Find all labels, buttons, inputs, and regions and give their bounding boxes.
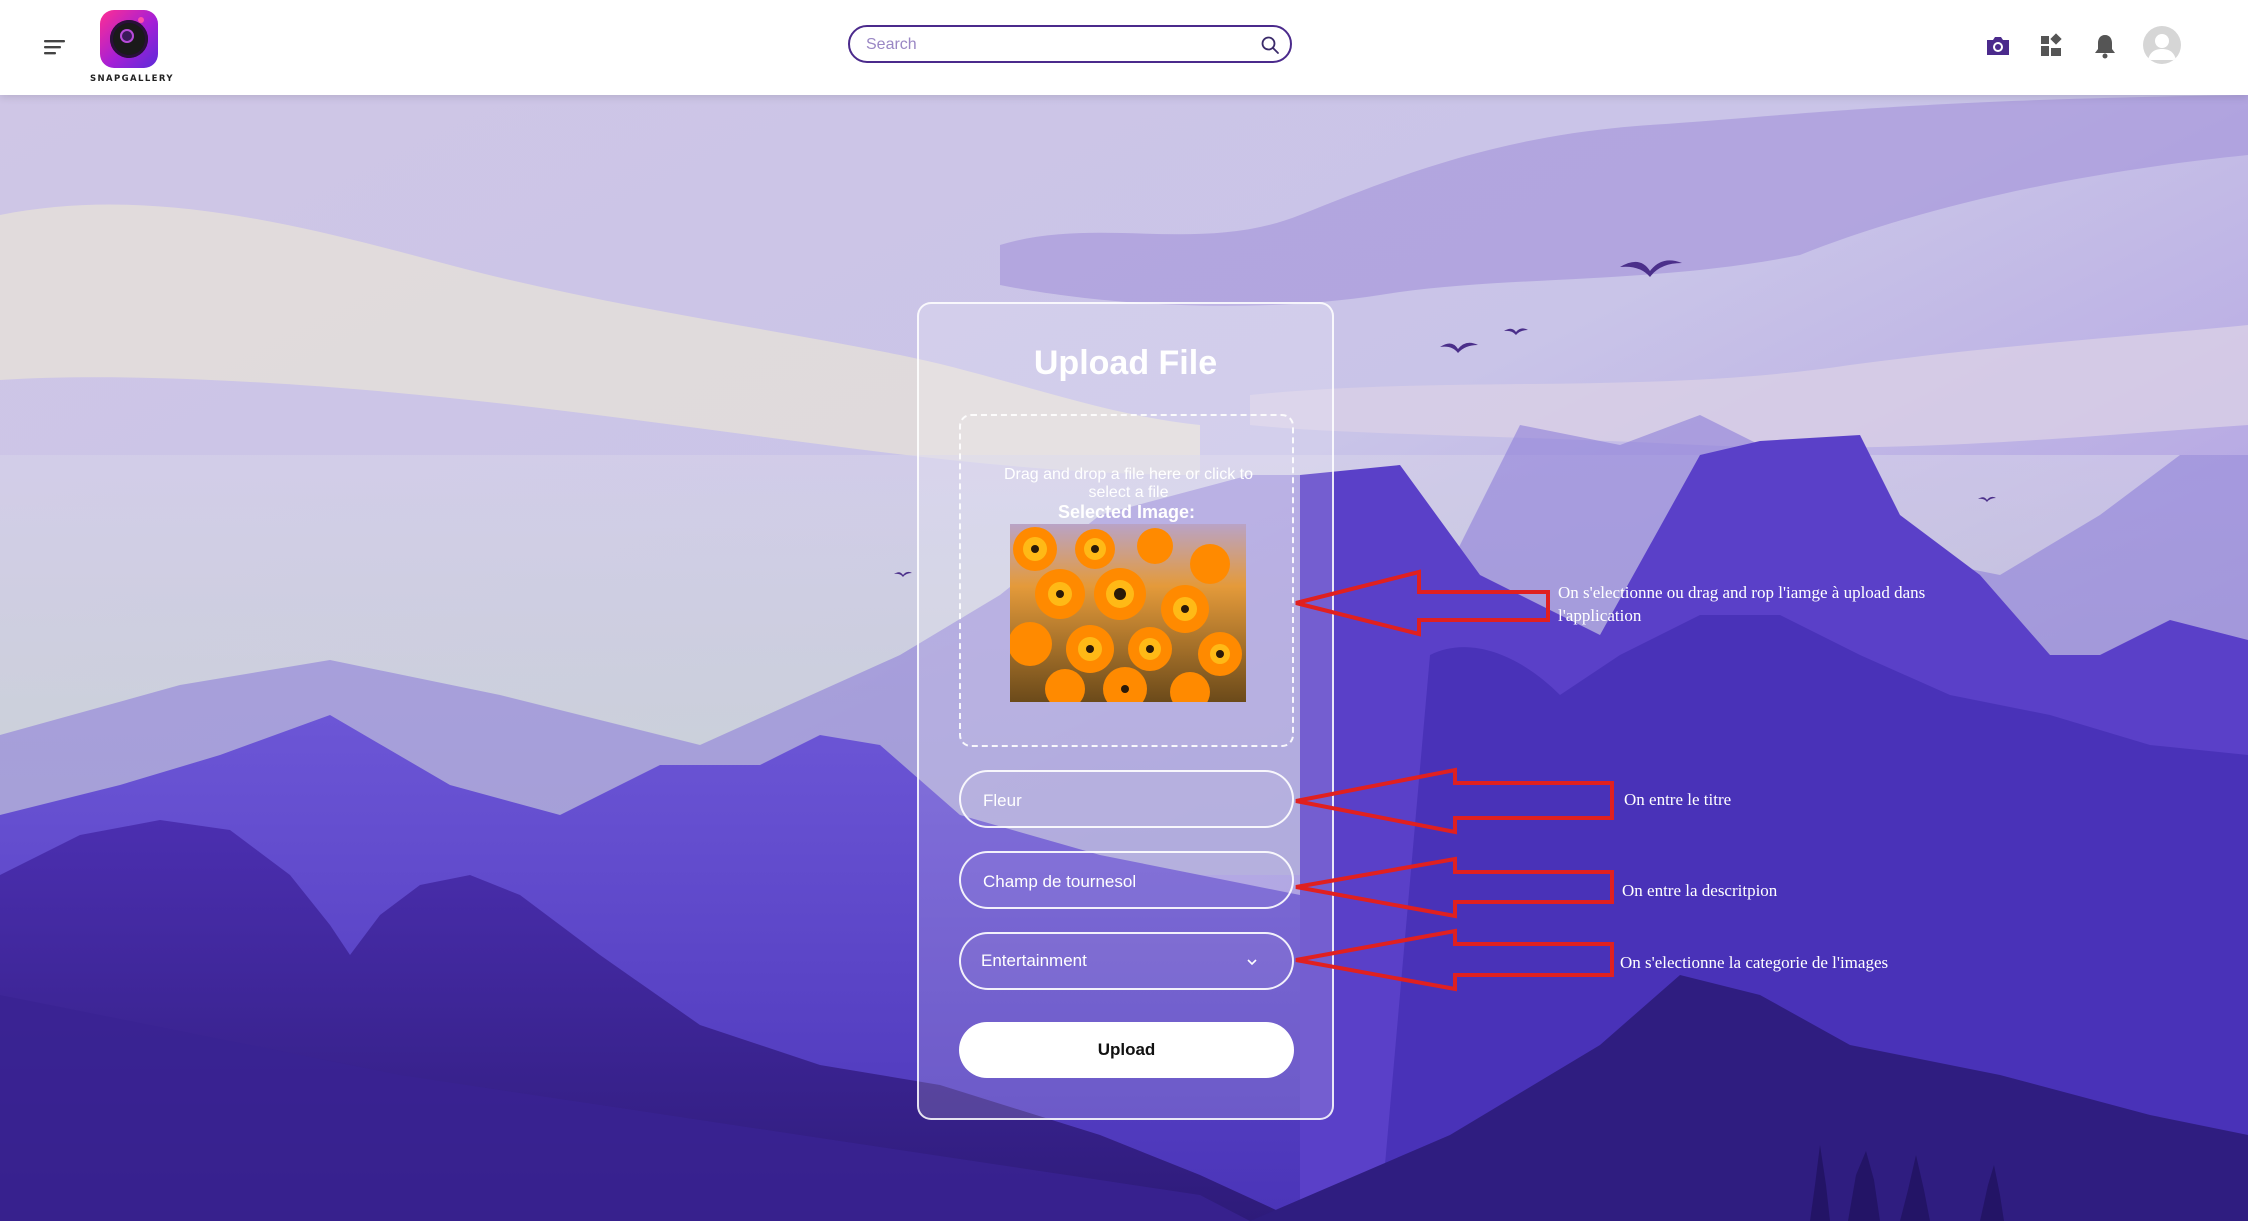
chevron-down-icon — [1247, 959, 1257, 966]
category-select[interactable]: Entertainment — [959, 932, 1294, 990]
upload-card: Upload File Drag and drop a file here or… — [917, 302, 1334, 1120]
title-input[interactable] — [981, 789, 1275, 813]
title-field[interactable] — [959, 770, 1294, 828]
card-title: Upload File — [1033, 344, 1218, 382]
selected-image-preview — [1010, 524, 1246, 702]
file-dropzone[interactable]: Drag and drop a file here or click to se… — [959, 414, 1294, 747]
annotation-description: On entre la descritpion — [1622, 881, 1778, 900]
app-logo[interactable]: SNAPGALLERY — [90, 8, 174, 88]
description-input[interactable] — [981, 870, 1275, 894]
camera-icon[interactable] — [1983, 31, 2013, 61]
dashboard-icon[interactable] — [2036, 31, 2066, 61]
logo-text: SNAPGALLERY — [90, 74, 174, 84]
annotation-image: On s'electionne ou drag and rop l'iamge … — [1558, 583, 1926, 625]
search-icon[interactable] — [1260, 35, 1280, 55]
description-field[interactable] — [959, 851, 1294, 909]
dropzone-instructions: Drag and drop a file here or click to se… — [1003, 466, 1253, 501]
search-bar[interactable] — [848, 25, 1292, 63]
bell-icon[interactable] — [2090, 31, 2120, 61]
category-selected-value: Entertainment — [981, 951, 1087, 970]
user-avatar[interactable] — [2143, 26, 2181, 64]
top-header: SNAPGALLERY — [0, 0, 2248, 95]
annotation-category: On s'electionne la categorie de l'images — [1620, 953, 1889, 972]
annotation-title: On entre le titre — [1624, 790, 1732, 809]
upload-button[interactable]: Upload — [959, 1022, 1294, 1078]
avatar-icon — [2148, 34, 2176, 60]
search-input[interactable] — [864, 33, 1248, 57]
menu-icon[interactable] — [42, 34, 68, 60]
selected-image-label: Selected Image: — [1057, 502, 1196, 522]
